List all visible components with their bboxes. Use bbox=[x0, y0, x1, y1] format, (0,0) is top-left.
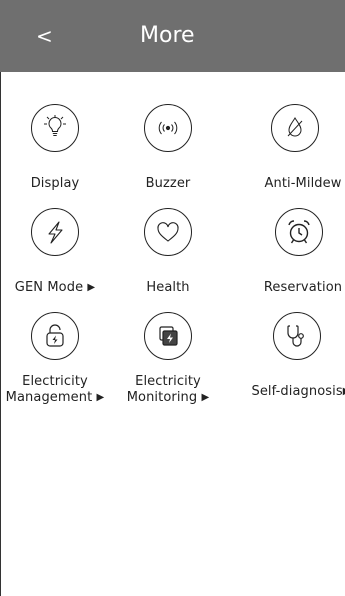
buzzer-label: Buzzer bbox=[145, 176, 191, 191]
electricity-monitoring-arrow-icon: ▶ bbox=[201, 392, 210, 403]
electricity-monitoring-icon bbox=[144, 312, 192, 360]
back-button[interactable]: < bbox=[36, 24, 53, 48]
anti-mildew-button[interactable]: Anti-Mildew bbox=[240, 104, 345, 196]
anti-mildew-label: Anti-Mildew bbox=[264, 176, 342, 191]
electricity-management-button[interactable]: Electricity Management ▶ bbox=[0, 312, 110, 407]
self-diagnosis-stethoscope-icon bbox=[273, 312, 321, 360]
reservation-alarm-icon bbox=[275, 208, 323, 256]
electricity-management-arrow-icon: ▶ bbox=[96, 392, 105, 403]
health-label: Health bbox=[146, 280, 190, 295]
electricity-monitoring-line1: Electricity bbox=[135, 374, 201, 389]
electricity-management-line2: Management bbox=[5, 390, 93, 405]
self-diagnosis-label: Self-diagnosis▶ bbox=[246, 384, 345, 401]
electricity-monitoring-label: Electricity Monitoring ▶ bbox=[113, 374, 223, 407]
gen-mode-button[interactable]: GEN Mode ▶ bbox=[0, 208, 110, 300]
buzzer-wave-icon bbox=[144, 104, 192, 152]
electricity-management-line1: Electricity bbox=[22, 374, 88, 389]
page-title: More bbox=[140, 23, 195, 48]
self-diagnosis-text: Self-diagnosis bbox=[251, 384, 343, 399]
gen-mode-bolt-icon bbox=[31, 208, 79, 256]
electricity-monitoring-line2: Monitoring bbox=[126, 390, 198, 405]
electricity-monitoring-line2-wrap: Monitoring ▶ bbox=[113, 390, 223, 407]
gen-mode-arrow-icon: ▶ bbox=[87, 282, 96, 293]
reservation-text: Reservation bbox=[263, 280, 343, 295]
self-diagnosis-button[interactable]: Self-diagnosis▶ bbox=[242, 312, 345, 404]
display-label: Display bbox=[30, 176, 80, 191]
top-bar: < More bbox=[0, 0, 345, 72]
health-button[interactable]: Health bbox=[113, 208, 223, 300]
gen-mode-label: GEN Mode ▶ bbox=[0, 280, 110, 297]
buzzer-button[interactable]: Buzzer bbox=[113, 104, 223, 196]
electricity-monitoring-button[interactable]: Electricity Monitoring ▶ bbox=[113, 312, 223, 407]
electricity-management-label: Electricity Management ▶ bbox=[0, 374, 110, 407]
reservation-label: Reservation ▶ bbox=[254, 280, 345, 297]
display-button[interactable]: Display bbox=[0, 104, 110, 196]
electricity-management-lock-icon bbox=[31, 312, 79, 360]
anti-mildew-icon bbox=[271, 104, 319, 152]
gen-mode-text: GEN Mode bbox=[14, 280, 84, 295]
display-bulb-icon bbox=[31, 104, 79, 152]
reservation-button[interactable]: Reservation ▶ bbox=[244, 208, 345, 300]
electricity-management-line2-wrap: Management ▶ bbox=[0, 390, 110, 407]
health-heart-icon bbox=[144, 208, 192, 256]
